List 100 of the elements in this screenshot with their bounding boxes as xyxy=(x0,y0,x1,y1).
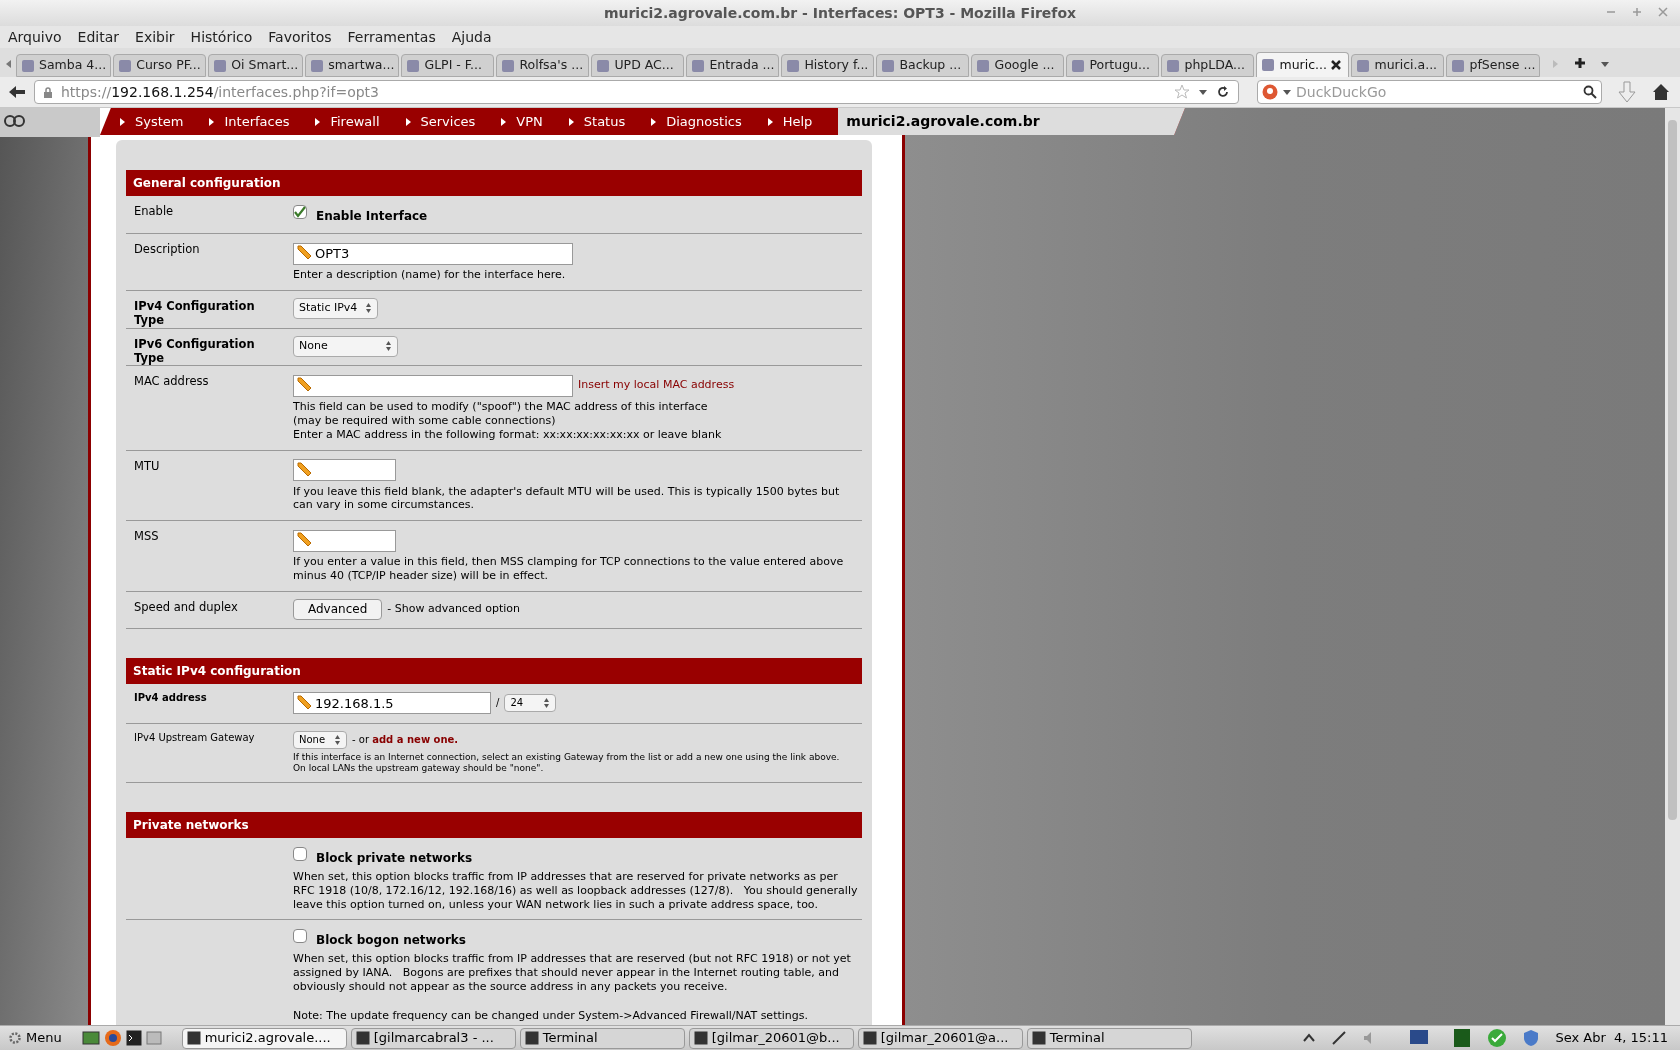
checkbox-label: Enable Interface xyxy=(316,208,428,225)
pencil-icon xyxy=(296,376,312,393)
menu-item[interactable]: Histórico xyxy=(190,26,253,48)
menu-item[interactable]: Editar xyxy=(77,26,120,48)
nav-menu-item[interactable]: Interfaces xyxy=(209,111,290,132)
text-input[interactable]: OPT3 xyxy=(293,242,573,265)
browser-tab[interactable]: Portugu... xyxy=(1066,54,1160,77)
menu-item[interactable]: Arquivo xyxy=(8,26,62,48)
menu-item[interactable]: Ferramentas xyxy=(347,26,436,48)
search-field[interactable]: DuckDuckGo xyxy=(1296,81,1579,103)
browser-tab[interactable]: phpLDA... xyxy=(1161,54,1255,77)
text-input[interactable] xyxy=(293,459,396,481)
address-bar[interactable]: https://192.168.1.254/interfaces.php?if=opt3 xyxy=(34,80,1239,104)
browser-tab[interactable]: Oi Smart... xyxy=(208,54,304,77)
dropdown-icon[interactable] xyxy=(1198,87,1208,97)
lock-icon xyxy=(43,85,53,99)
browser-tab[interactable]: Entrada ... xyxy=(686,54,780,77)
favicon-icon xyxy=(1451,58,1466,73)
favicon-icon xyxy=(213,58,228,73)
favicon-icon xyxy=(118,58,133,73)
arrow-icon xyxy=(501,117,507,126)
bookmark-star-icon[interactable] xyxy=(1174,84,1190,100)
dropdown-icon[interactable] xyxy=(1282,87,1292,97)
arrow-icon xyxy=(315,117,321,126)
home-icon[interactable] xyxy=(1652,83,1670,101)
taskbar-button[interactable]: [gilmarcabral3 - ... xyxy=(350,1027,516,1049)
help-text: On local LANs the upstream gateway should be "none". xyxy=(293,762,545,774)
download-arrow-icon[interactable] xyxy=(1618,81,1636,103)
nav-menu-item[interactable]: Services xyxy=(405,111,476,132)
tab-list-icon[interactable] xyxy=(1600,59,1611,69)
spinner-arrows-icon xyxy=(365,302,372,315)
favicon-icon xyxy=(786,58,801,73)
browser-tab[interactable]: History f... xyxy=(781,54,875,77)
taskbar-button[interactable]: Terminal xyxy=(519,1027,685,1049)
nav-menu-item[interactable]: Diagnostics xyxy=(651,111,742,132)
monitor-icon[interactable] xyxy=(1409,1029,1430,1047)
check-icon[interactable] xyxy=(1487,1028,1508,1048)
scrollbar-thumb[interactable] xyxy=(1668,120,1677,820)
select-dropdown[interactable]: None xyxy=(293,730,347,749)
help-text: If you leave this field blank, the adapter's default MTU will be used. This is typically 1500 bytes but can vary in some circumstances. xyxy=(293,484,841,512)
taskbar-button[interactable]: [gilmar_20601@a... xyxy=(857,1027,1023,1049)
scroll-left-icon[interactable] xyxy=(4,59,14,69)
nav-menu-item[interactable]: Help xyxy=(767,111,813,132)
taskbar-button[interactable]: Terminal xyxy=(1026,1027,1192,1049)
browser-tab[interactable]: UPD AC... xyxy=(591,54,685,77)
url-text: https://192.168.1.254/interfaces.php?if=opt3 xyxy=(61,82,379,102)
section-header: Private networks xyxy=(126,812,862,838)
menu-item[interactable]: Exibir xyxy=(135,26,175,48)
nav-menu-item[interactable]: VPN xyxy=(501,111,543,132)
browser-tab[interactable]: Samba 4... xyxy=(16,54,112,77)
new-tab-icon[interactable] xyxy=(1574,57,1587,69)
clock: Sex Abr 4, 15:11 xyxy=(1555,1029,1668,1048)
browser-icon[interactable] xyxy=(103,1029,122,1047)
browser-tab[interactable]: muric... xyxy=(1256,52,1350,77)
checkbox[interactable] xyxy=(293,847,307,861)
checkbox[interactable] xyxy=(293,929,307,944)
select-dropdown[interactable]: Static IPv4 xyxy=(293,297,378,319)
select-dropdown[interactable]: 24 xyxy=(504,693,557,712)
back-icon[interactable] xyxy=(8,85,26,99)
select-dropdown[interactable]: None xyxy=(293,335,398,357)
browser-tab[interactable]: Rolfsa's ... xyxy=(496,54,590,77)
text-input[interactable] xyxy=(293,374,573,397)
app-icon xyxy=(186,1031,201,1045)
search-icon[interactable] xyxy=(1583,85,1597,99)
terminal-icon[interactable] xyxy=(125,1030,142,1046)
reload-icon[interactable] xyxy=(1216,85,1230,99)
text-input[interactable]: 192.168.1.5 xyxy=(293,692,491,714)
search-bar[interactable]: DuckDuckGo xyxy=(1257,80,1602,104)
browser-tab[interactable]: Curso PF... xyxy=(113,54,207,77)
inline-text: - Show advanced option xyxy=(387,600,520,617)
browser-tab[interactable]: GLPI - F... xyxy=(401,54,495,77)
nav-menu-item[interactable]: Status xyxy=(568,111,626,132)
close-icon[interactable] xyxy=(1658,4,1668,18)
close-tab-icon[interactable] xyxy=(1331,60,1341,70)
nav-menu-item[interactable]: System xyxy=(120,111,184,132)
checkbox[interactable] xyxy=(293,205,307,219)
text-input[interactable] xyxy=(293,529,396,552)
taskbar-button[interactable]: [gilmar_20601@b... xyxy=(688,1027,854,1049)
field-label: MAC address xyxy=(133,373,210,391)
browser-tab[interactable]: Google ... xyxy=(971,54,1065,77)
favicon-icon xyxy=(406,58,421,73)
menu-item[interactable]: Ajuda xyxy=(451,26,492,48)
browser-tab[interactable]: Backup ... xyxy=(876,54,970,77)
browser-tab[interactable]: murici.a... xyxy=(1351,54,1445,77)
scrollbar[interactable] xyxy=(1665,108,1680,1025)
desktop-icon[interactable] xyxy=(81,1030,100,1046)
browser-tab[interactable]: pfSense ... xyxy=(1446,54,1541,77)
advanced-button[interactable]: Advanced xyxy=(293,598,383,620)
info-shield-icon[interactable] xyxy=(1523,1029,1540,1047)
start-menu-button[interactable]: Menu xyxy=(4,1028,66,1048)
caret-up-icon[interactable] xyxy=(1303,1033,1316,1043)
help-text: Enter a MAC address in the following format: xx:xx:xx:xx:xx:xx or leave blank xyxy=(293,427,723,442)
mac-address-link[interactable]: Insert my local MAC address xyxy=(578,377,735,394)
menu-item[interactable]: Favoritos xyxy=(268,26,332,48)
pencil-icon xyxy=(296,693,312,710)
nav-menu-item[interactable]: Firewall xyxy=(315,111,380,132)
taskbar-button[interactable]: murici2.agrovale.... xyxy=(181,1027,347,1049)
inline-text: / xyxy=(496,696,500,710)
help-text: This field can be used to modify ("spoof") the MAC address of this interface xyxy=(293,400,709,414)
browser-tab[interactable]: smartwa... xyxy=(305,54,400,77)
